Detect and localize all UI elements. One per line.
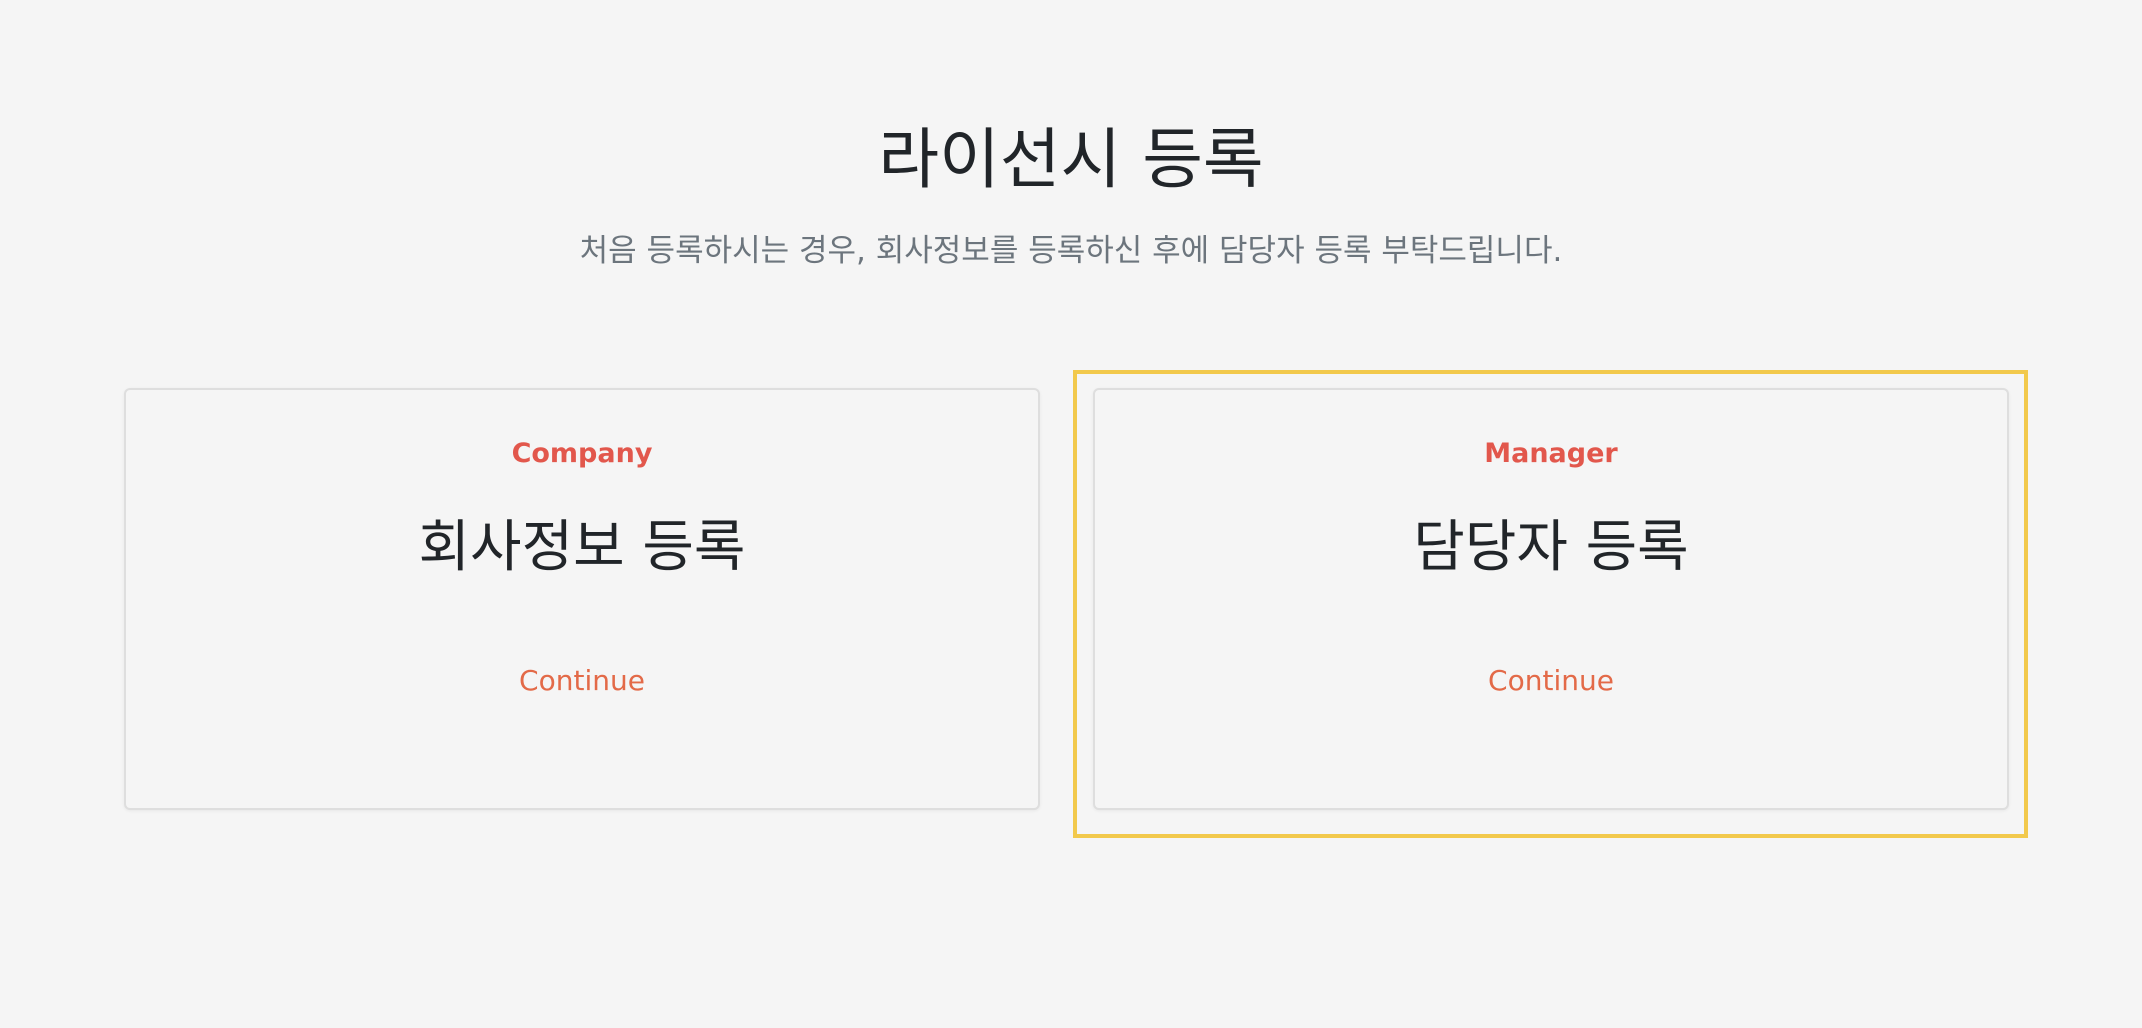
company-registration-card[interactable]: Company 회사정보 등록 Continue	[124, 388, 1040, 810]
page-subtitle: 처음 등록하시는 경우, 회사정보를 등록하신 후에 담당자 등록 부탁드립니다…	[579, 233, 1563, 269]
page-title: 라이선시 등록	[878, 121, 1264, 198]
manager-card-eyebrow: Manager	[1484, 438, 1618, 469]
manager-card-title: 담당자 등록	[1413, 515, 1689, 580]
manager-continue-link[interactable]: Continue	[1095, 662, 2007, 700]
company-card-title: 회사정보 등록	[418, 515, 746, 580]
company-continue-link[interactable]: Continue	[126, 662, 1038, 700]
company-card-eyebrow: Company	[511, 438, 653, 469]
manager-registration-card[interactable]: Manager 담당자 등록 Continue	[1093, 388, 2009, 810]
